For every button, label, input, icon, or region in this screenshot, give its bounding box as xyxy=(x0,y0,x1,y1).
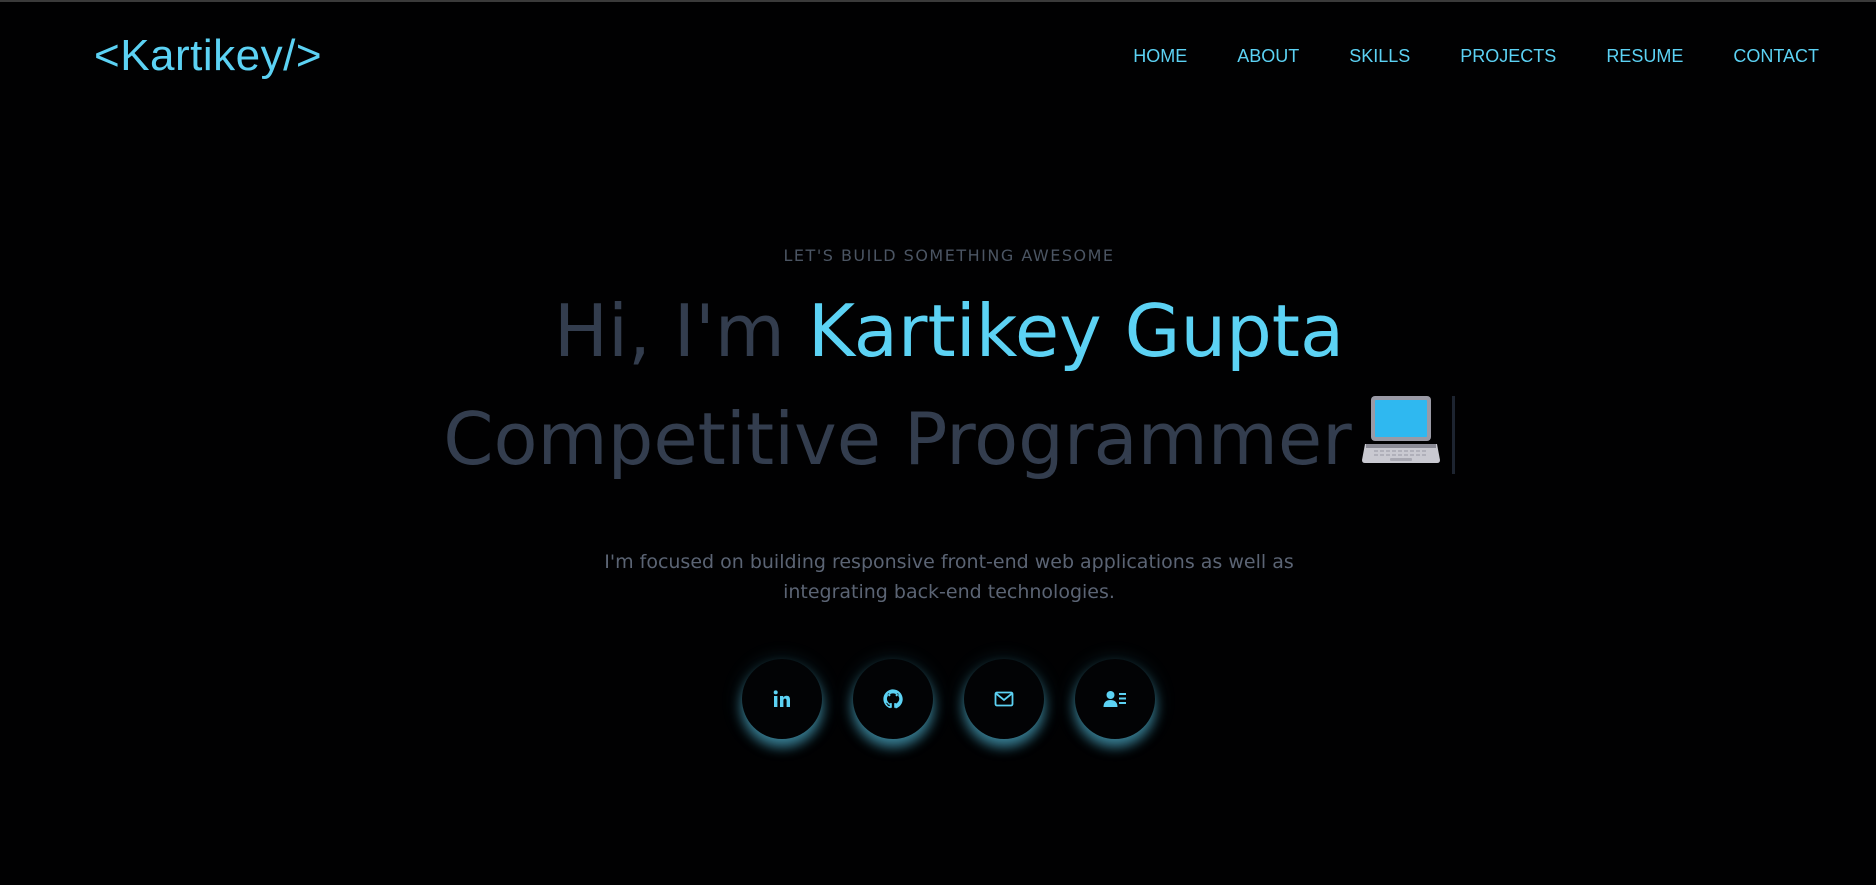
nav-link-about[interactable]: ABOUT xyxy=(1237,44,1299,68)
nav-item-resume: RESUME xyxy=(1606,44,1683,68)
email-button[interactable] xyxy=(964,659,1044,739)
nav-link-resume[interactable]: RESUME xyxy=(1606,44,1683,68)
hero-description: I'm focused on building responsive front… xyxy=(604,551,1294,603)
linkedin-button[interactable] xyxy=(742,659,822,739)
mail-icon xyxy=(994,691,1014,707)
contact-card-icon xyxy=(1103,690,1127,708)
nav-link-skills[interactable]: SKILLS xyxy=(1349,44,1410,68)
nav-item-skills: SKILLS xyxy=(1349,44,1410,68)
nav-item-projects: PROJECTS xyxy=(1460,44,1556,68)
laptop-icon xyxy=(1361,392,1440,468)
hero-headline: Hi, I'm Kartikey Gupta xyxy=(0,286,1876,376)
social-links xyxy=(742,659,1155,739)
page: <Kartikey/> HOME ABOUT SKILLS PROJECTS R… xyxy=(0,0,1876,885)
github-icon xyxy=(882,688,904,710)
hero-name: Kartikey Gupta xyxy=(807,289,1345,373)
site-logo[interactable]: <Kartikey/> xyxy=(94,30,322,82)
nav-item-home: HOME xyxy=(1133,44,1187,68)
hero-eyebrow: LET'S BUILD SOMETHING AWESOME xyxy=(783,246,1115,265)
nav-link-home[interactable]: HOME xyxy=(1133,44,1187,68)
linkedin-icon xyxy=(772,689,792,709)
resume-button[interactable] xyxy=(1075,659,1155,739)
main-nav: HOME ABOUT SKILLS PROJECTS RESUME CONTAC… xyxy=(1133,44,1819,68)
github-button[interactable] xyxy=(853,659,933,739)
hero-role-line: Competitive Programmer xyxy=(0,392,1876,484)
hero-role: Competitive Programmer xyxy=(443,397,1352,481)
nav-item-about: ABOUT xyxy=(1237,44,1299,68)
nav-link-contact[interactable]: CONTACT xyxy=(1733,44,1819,68)
nav-link-projects[interactable]: PROJECTS xyxy=(1460,44,1556,68)
nav-item-contact: CONTACT xyxy=(1733,44,1819,68)
hero-greeting: Hi, I'm xyxy=(553,289,785,373)
typing-cursor xyxy=(1451,396,1455,474)
